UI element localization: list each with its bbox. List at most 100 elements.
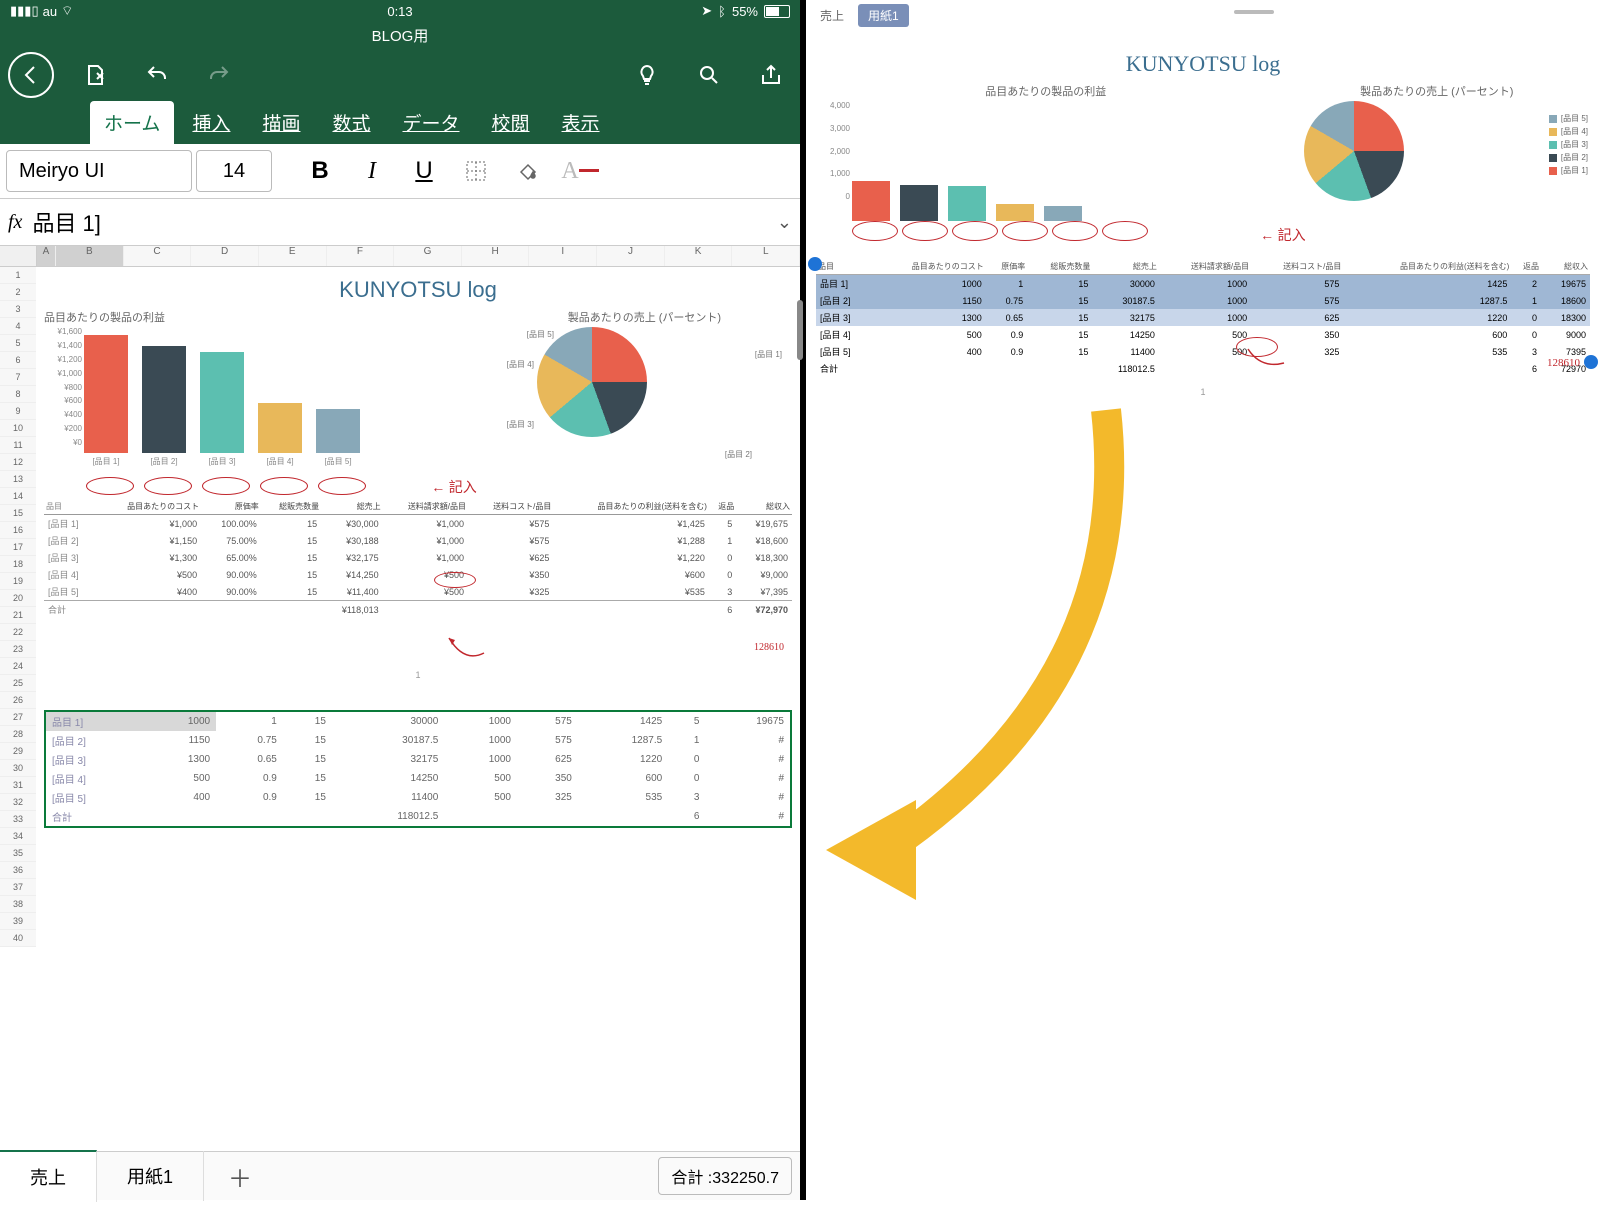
drag-handle-icon[interactable] (1234, 10, 1274, 14)
row-header[interactable]: 23 (0, 641, 36, 658)
back-button[interactable] (8, 52, 54, 98)
right-data-table[interactable]: 品目品目あたりのコスト原価率 総販売数量総売上送料請求額/品目 送料コスト/品目… (816, 259, 1590, 377)
row-header[interactable]: 5 (0, 335, 36, 352)
col-header[interactable]: G (394, 246, 462, 266)
tab-draw[interactable]: 描画 (248, 101, 314, 144)
border-button[interactable] (452, 151, 500, 191)
right-title: KUNYOTSU log (816, 45, 1590, 83)
row-header[interactable]: 12 (0, 454, 36, 471)
row-header[interactable]: 1 (0, 267, 36, 284)
row-header[interactable]: 6 (0, 352, 36, 369)
row-header[interactable]: 9 (0, 403, 36, 420)
underline-button[interactable]: U (400, 151, 448, 191)
row-header[interactable]: 18 (0, 556, 36, 573)
row-header[interactable]: 35 (0, 845, 36, 862)
font-size-box[interactable]: 14 (196, 150, 272, 192)
tab-data[interactable]: データ (388, 101, 473, 144)
row-header[interactable]: 24 (0, 658, 36, 675)
chevron-down-icon[interactable]: ⌄ (777, 212, 792, 233)
split-view-grip[interactable] (797, 300, 803, 360)
tab-review[interactable]: 校閲 (478, 101, 544, 144)
row-header[interactable]: 39 (0, 913, 36, 930)
row-header[interactable]: 13 (0, 471, 36, 488)
col-header[interactable]: E (259, 246, 327, 266)
row-header[interactable]: 27 (0, 709, 36, 726)
red-circle-annotation (86, 477, 134, 495)
font-name-box[interactable]: Meiryo UI (6, 150, 192, 192)
fill-color-button[interactable] (504, 151, 552, 191)
tab-view[interactable]: 表示 (548, 101, 614, 144)
rtab-sales[interactable]: 売上 (810, 4, 854, 27)
row-header[interactable]: 8 (0, 386, 36, 403)
worksheet-canvas[interactable]: KUNYOTSU log 品目あたりの製品の利益 ¥1,600¥1,400¥1,… (36, 267, 800, 947)
redo-button[interactable] (198, 54, 240, 96)
row-header[interactable]: 17 (0, 539, 36, 556)
undo-button[interactable] (136, 54, 178, 96)
row-header[interactable]: 40 (0, 930, 36, 947)
row-header[interactable]: 4 (0, 318, 36, 335)
selection-handle-end[interactable] (1584, 355, 1598, 369)
col-header[interactable]: B (56, 246, 124, 266)
row-header[interactable]: 15 (0, 505, 36, 522)
col-header[interactable]: K (665, 246, 733, 266)
share-button[interactable] (750, 54, 792, 96)
row-header[interactable]: 19 (0, 573, 36, 590)
col-header[interactable]: F (327, 246, 395, 266)
file-button[interactable] (74, 54, 116, 96)
red-circle-annotation (144, 477, 192, 495)
document-title: BLOG用 (0, 22, 800, 48)
add-sheet-button[interactable]: ＋ (204, 1147, 276, 1206)
row-header[interactable]: 21 (0, 607, 36, 624)
sheet-tab-paper1[interactable]: 用紙1 (97, 1151, 204, 1201)
row-header[interactable]: 38 (0, 896, 36, 913)
lightbulb-button[interactable] (626, 54, 668, 96)
row-header[interactable]: 2 (0, 284, 36, 301)
row-header[interactable]: 36 (0, 862, 36, 879)
col-header[interactable]: I (529, 246, 597, 266)
col-header[interactable]: C (124, 246, 192, 266)
row-header[interactable]: 26 (0, 692, 36, 709)
right-tabs: 売上 用紙1 (806, 0, 1600, 31)
font-color-button[interactable]: A (556, 151, 604, 191)
col-header[interactable]: D (191, 246, 259, 266)
row-header[interactable]: 22 (0, 624, 36, 641)
row-header[interactable]: 14 (0, 488, 36, 505)
select-all-corner[interactable] (0, 246, 37, 266)
col-header[interactable]: J (597, 246, 665, 266)
tab-formulas[interactable]: 数式 (318, 101, 384, 144)
pasted-selection[interactable]: 品目 1]10001153000010005751425519675[品目 2]… (44, 710, 792, 828)
sheet-tab-sales[interactable]: 売上 (0, 1150, 97, 1202)
ios-status-bar: ▮▮▮▯ au ⌔ 0:13 ➤ ᛒ 55% (0, 0, 800, 22)
row-header[interactable]: 7 (0, 369, 36, 386)
row-header[interactable]: 30 (0, 760, 36, 777)
row-header[interactable]: 10 (0, 420, 36, 437)
status-sum[interactable]: 合計 :332250.7 (658, 1157, 792, 1195)
row-header[interactable]: 28 (0, 726, 36, 743)
row-header[interactable]: 32 (0, 794, 36, 811)
col-header[interactable]: L (732, 246, 800, 266)
red-arrow-annotation (444, 633, 494, 663)
formula-bar[interactable]: fx 品目 1] ⌄ (0, 199, 800, 246)
italic-button[interactable]: I (348, 151, 396, 191)
row-header[interactable]: 37 (0, 879, 36, 896)
row-header[interactable]: 3 (0, 301, 36, 318)
tab-insert[interactable]: 挿入 (178, 101, 244, 144)
selection-handle-start[interactable] (808, 257, 822, 271)
fx-value[interactable]: 品目 1] (32, 206, 766, 238)
row-header[interactable]: 25 (0, 675, 36, 692)
red-circle-annotation (952, 221, 998, 241)
row-header[interactable]: 20 (0, 590, 36, 607)
bold-button[interactable]: B (296, 151, 344, 191)
search-button[interactable] (688, 54, 730, 96)
column-headers: A B C D E F G H I J K L (0, 246, 800, 267)
row-header[interactable]: 11 (0, 437, 36, 454)
row-header[interactable]: 33 (0, 811, 36, 828)
tab-home[interactable]: ホーム (90, 101, 174, 144)
row-header[interactable]: 34 (0, 828, 36, 845)
col-header[interactable]: H (462, 246, 530, 266)
row-header[interactable]: 16 (0, 522, 36, 539)
row-header[interactable]: 29 (0, 743, 36, 760)
rtab-paper1[interactable]: 用紙1 (858, 4, 909, 27)
row-header[interactable]: 31 (0, 777, 36, 794)
col-header[interactable]: A (37, 246, 56, 266)
